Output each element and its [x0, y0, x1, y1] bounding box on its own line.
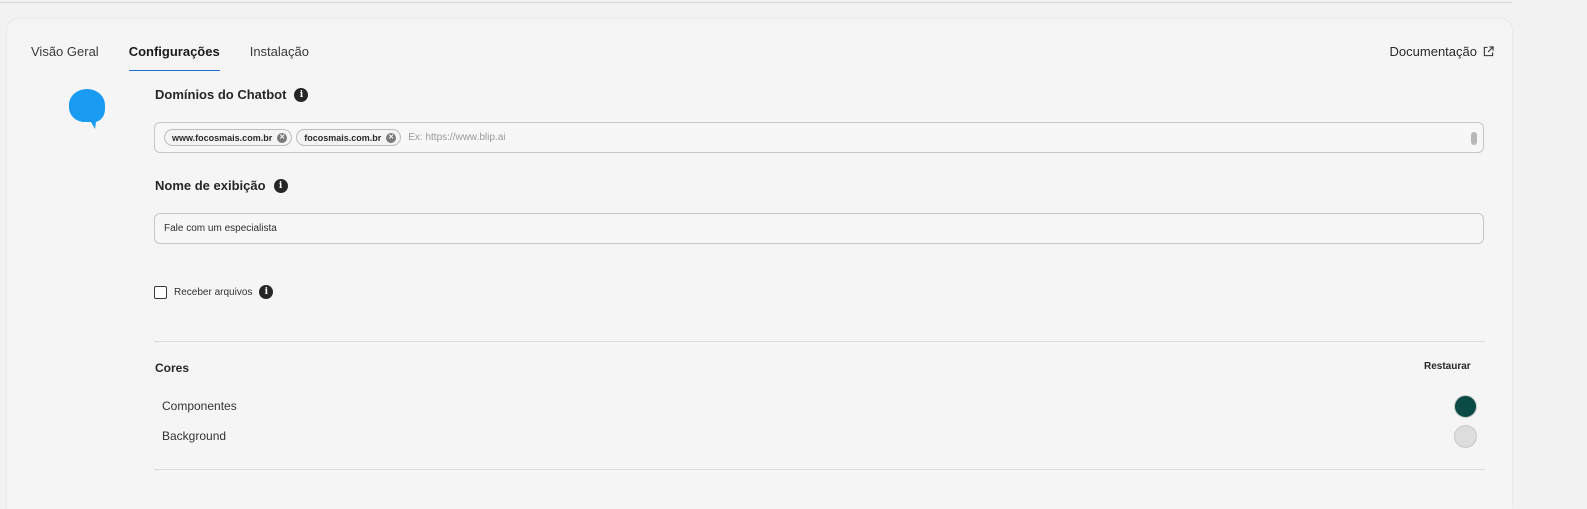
- domains-input[interactable]: www.focosmais.com.br ✕ focosmais.com.br …: [154, 122, 1484, 153]
- external-link-icon: [1483, 46, 1494, 57]
- domains-label: Domínios do Chatbot: [155, 87, 287, 102]
- colors-title: Cores: [155, 361, 190, 375]
- domain-chip-label: focosmais.com.br: [304, 132, 382, 143]
- domains-label-row: Domínios do Chatbot i: [155, 87, 309, 102]
- divider: [154, 341, 1485, 342]
- info-icon[interactable]: i: [273, 178, 288, 193]
- chat-bubble-icon: [69, 89, 105, 129]
- domains-placeholder: Ex: https://www.blip.ai: [408, 132, 506, 143]
- color-label-components: Componentes: [162, 399, 237, 413]
- remove-chip-icon[interactable]: ✕: [386, 132, 397, 143]
- remove-chip-icon[interactable]: ✕: [277, 132, 288, 143]
- top-divider: [0, 0, 1512, 3]
- restore-button[interactable]: Restaurar: [1424, 361, 1471, 372]
- receive-files-checkbox[interactable]: [154, 285, 167, 299]
- display-name-input[interactable]: Fale com um especialista: [154, 213, 1484, 244]
- info-icon[interactable]: i: [294, 87, 309, 102]
- receive-files-row: Receber arquivos i: [154, 285, 274, 299]
- divider: [154, 469, 1485, 470]
- tab-overview[interactable]: Visão Geral: [31, 43, 99, 71]
- color-swatch-background[interactable]: [1454, 425, 1477, 448]
- tab-settings[interactable]: Configurações: [128, 43, 220, 71]
- documentation-link[interactable]: Documentação: [1390, 44, 1494, 59]
- tab-installation[interactable]: Instalação: [250, 43, 309, 71]
- tab-bar: Visão Geral Configurações Instalação: [31, 43, 339, 71]
- receive-files-label: Receber arquivos: [174, 286, 253, 298]
- color-swatch-components[interactable]: [1454, 395, 1477, 418]
- domain-chip: www.focosmais.com.br ✕: [164, 129, 293, 146]
- documentation-label: Documentação: [1389, 44, 1477, 59]
- display-name-label-row: Nome de exibição i: [155, 178, 288, 193]
- display-name-label: Nome de exibição: [155, 178, 266, 193]
- scrollbar[interactable]: [1471, 132, 1477, 145]
- color-label-background: Background: [162, 429, 227, 443]
- info-icon[interactable]: i: [259, 285, 274, 299]
- domain-chip-label: www.focosmais.com.br: [172, 132, 273, 143]
- display-name-value: Fale com um especialista: [164, 223, 277, 234]
- settings-card: Visão Geral Configurações Instalação Doc…: [7, 19, 1512, 509]
- domain-chip: focosmais.com.br ✕: [296, 129, 402, 146]
